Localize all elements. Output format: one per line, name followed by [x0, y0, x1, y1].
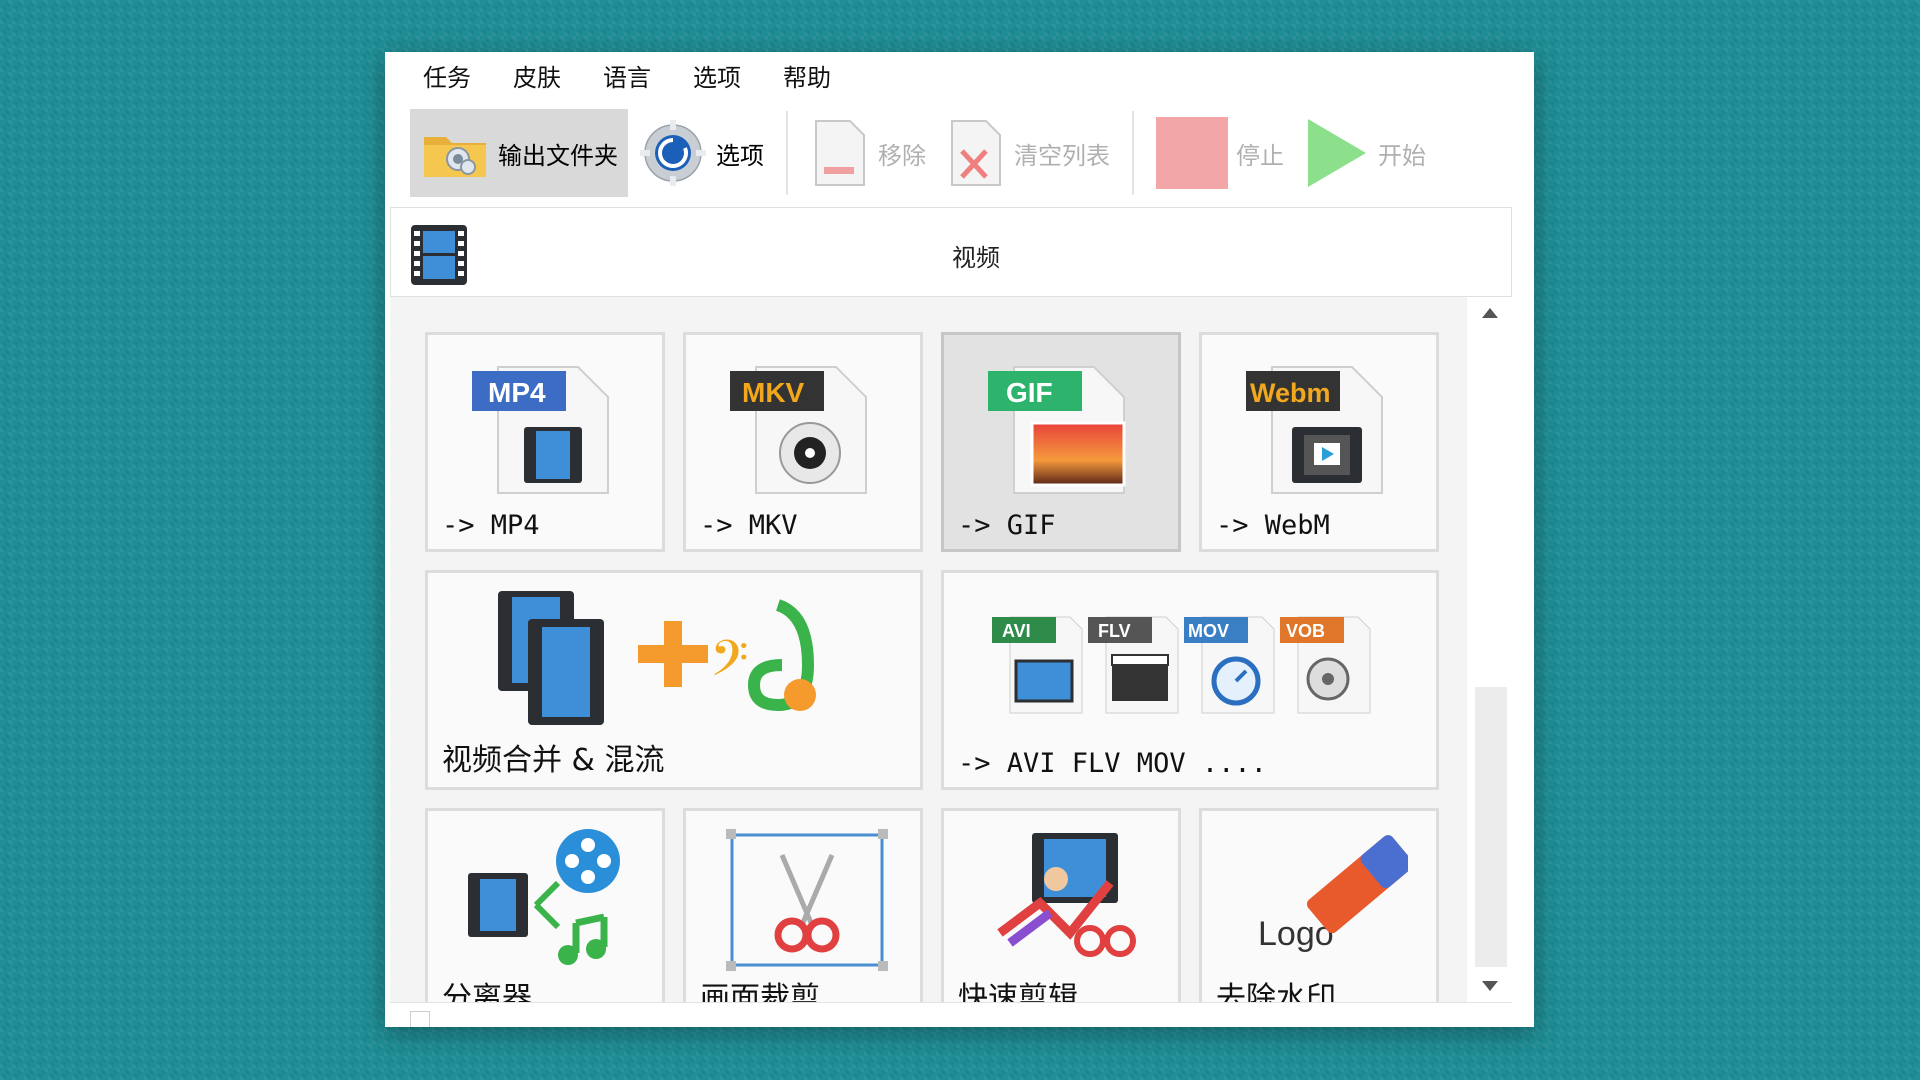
remove-label: 移除 — [878, 141, 926, 170]
tile-to-avi-flv-mov[interactable]: AVI FLV MOV VOB -> AVI FLV MOV .... — [941, 570, 1439, 790]
app-window: 任务 皮肤 语言 选项 帮助 输出文件夹 选项 移除 清空列表 停止 开始 视频… — [385, 52, 1534, 1027]
clear-list-button[interactable]: 清空列表 — [936, 109, 1120, 197]
svg-text:FLV: FLV — [1098, 621, 1131, 641]
quick-clip-icon — [997, 833, 1136, 957]
menu-help[interactable]: 帮助 — [783, 58, 853, 93]
chevron-down-icon — [1481, 981, 1498, 991]
start-label: 开始 — [1378, 141, 1426, 170]
svg-text:MP4: MP4 — [488, 377, 546, 408]
play-icon — [1308, 119, 1366, 187]
output-folder-button[interactable]: 输出文件夹 — [410, 109, 628, 197]
mkv-file-icon: MKV — [730, 366, 867, 494]
merge-mux-icon: 𝄢 — [498, 591, 816, 725]
splitter-icon — [468, 829, 620, 965]
svg-text:Webm: Webm — [1250, 378, 1331, 408]
tile-label: -> MP4 — [442, 510, 540, 541]
mp4-file-icon: MP4 — [472, 366, 609, 494]
svg-text:AVI: AVI — [1002, 621, 1031, 641]
output-folder-label: 输出文件夹 — [498, 141, 618, 170]
tile-label: 快速剪辑 — [958, 981, 1078, 1002]
stop-label: 停止 — [1236, 141, 1284, 170]
chevron-up-icon — [1481, 308, 1498, 318]
vertical-scrollbar[interactable] — [1467, 297, 1512, 1002]
next-section-header[interactable] — [390, 1002, 1512, 1027]
clear-list-icon — [951, 120, 1001, 186]
tile-remove-watermark[interactable]: Logo 去除水印 — [1199, 808, 1439, 1002]
toolbar: 输出文件夹 选项 移除 清空列表 停止 开始 — [410, 108, 1525, 198]
tile-to-mp4[interactable]: MP4 -> MP4 — [425, 332, 665, 552]
gear-icon — [640, 120, 706, 186]
clear-list-label: 清空列表 — [1014, 141, 1110, 170]
svg-text:MOV: MOV — [1188, 621, 1229, 641]
eraser-icon: Logo — [1258, 835, 1408, 953]
menu-bar: 任务 皮肤 语言 选项 帮助 — [385, 52, 1534, 98]
scroll-down-button[interactable] — [1467, 970, 1512, 1002]
stop-icon — [1156, 117, 1228, 189]
tile-to-webm[interactable]: Webm -> WebM — [1199, 332, 1439, 552]
tile-label: 视频合并 & 混流 — [442, 743, 665, 778]
menu-skin[interactable]: 皮肤 — [513, 58, 583, 93]
tile-video-merge-mux[interactable]: 𝄢 视频合并 & 混流 — [425, 570, 923, 790]
conversion-grid: MP4 -> MP4 MKV -> MKV GIF -> GIF Webm ->… — [390, 297, 1467, 1002]
video-section-header[interactable]: 视频 — [390, 207, 1512, 297]
remove-button[interactable]: 移除 — [800, 109, 936, 197]
multi-format-icon: AVI FLV MOV VOB — [992, 616, 1371, 714]
tile-to-mkv[interactable]: MKV -> MKV — [683, 332, 923, 552]
folder-icon — [424, 137, 486, 177]
tile-label: 画面裁剪 — [700, 981, 820, 1002]
webm-file-icon: Webm — [1246, 366, 1383, 494]
menu-task[interactable]: 任务 — [423, 58, 493, 93]
svg-text:MKV: MKV — [742, 377, 805, 408]
svg-text:GIF: GIF — [1006, 377, 1053, 408]
menu-options[interactable]: 选项 — [693, 58, 763, 93]
gif-file-icon: GIF — [988, 366, 1126, 494]
tile-label: -> WebM — [1216, 510, 1330, 541]
scroll-up-button[interactable] — [1467, 297, 1512, 329]
tile-to-gif[interactable]: GIF -> GIF — [941, 332, 1181, 552]
toolbar-divider — [1132, 111, 1134, 195]
tile-crop[interactable]: 画面裁剪 — [683, 808, 923, 1002]
video-section-title: 视频 — [952, 244, 1000, 272]
tile-label: -> MKV — [700, 510, 798, 541]
tile-label: 分离器 — [442, 981, 532, 1002]
options-button[interactable]: 选项 — [628, 109, 774, 197]
tile-label: -> AVI FLV MOV .... — [958, 748, 1267, 779]
scroll-thumb[interactable] — [1475, 687, 1507, 967]
tile-label: 去除水印 — [1216, 981, 1336, 1002]
section-icon — [410, 1011, 430, 1027]
toolbar-divider — [786, 111, 788, 195]
stop-button[interactable]: 停止 — [1146, 109, 1294, 197]
options-label: 选项 — [716, 141, 764, 170]
start-button[interactable]: 开始 — [1294, 109, 1436, 197]
tile-label: -> GIF — [958, 510, 1056, 541]
remove-document-icon — [815, 120, 865, 186]
svg-text:VOB: VOB — [1286, 621, 1325, 641]
tile-quick-clip[interactable]: 快速剪辑 — [941, 808, 1181, 1002]
crop-scissors-icon — [726, 829, 888, 971]
tile-splitter[interactable]: 分离器 — [425, 808, 665, 1002]
svg-text:𝄢: 𝄢 — [710, 630, 749, 700]
menu-language[interactable]: 语言 — [603, 58, 673, 93]
